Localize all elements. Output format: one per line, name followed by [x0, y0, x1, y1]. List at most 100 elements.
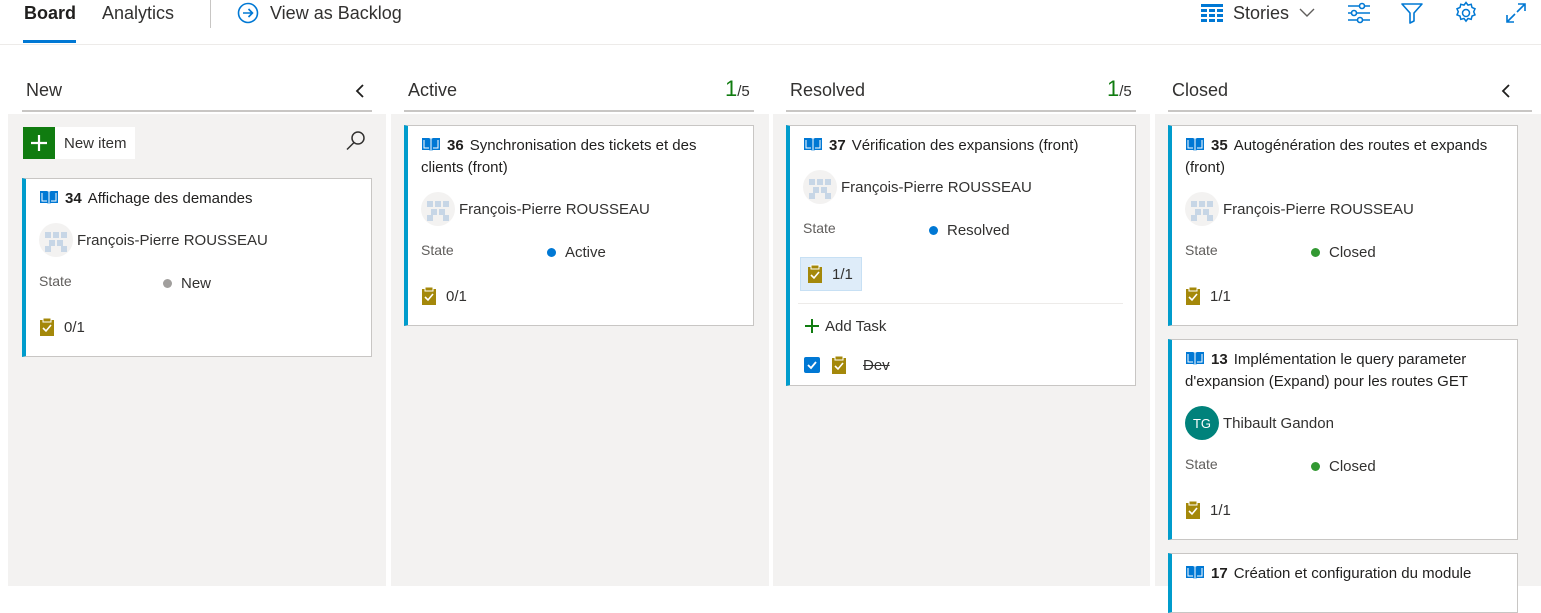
book-icon — [1186, 352, 1204, 365]
state-dot — [547, 248, 556, 257]
assignee[interactable]: François-Pierre ROUSSEAU — [1185, 192, 1414, 226]
arrow-circle-right-icon — [237, 2, 259, 24]
backlog-level-selector[interactable]: Stories — [1200, 1, 1315, 25]
task-checkbox[interactable] — [804, 357, 820, 373]
work-item-card[interactable]: 13 Implémentation le query parameter d'ex… — [1168, 339, 1518, 540]
search-icon[interactable] — [345, 130, 367, 152]
child-tasks-summary[interactable]: 0/1 — [39, 316, 85, 338]
assignee[interactable]: TG Thibault Gandon — [1185, 406, 1334, 440]
child-tasks-summary[interactable]: 0/1 — [421, 285, 467, 307]
add-task-button[interactable]: Add Task — [804, 315, 886, 337]
work-item-card[interactable]: 17 Création et configuration du module — [1168, 553, 1518, 613]
filter-icon — [1401, 3, 1423, 24]
card-title: 37 Vérification des expansions (front) — [803, 135, 1125, 157]
toolbar-divider — [210, 0, 211, 28]
chevron-left-icon[interactable] — [1498, 82, 1514, 100]
board-header: Board Analytics View as Backlog Stories — [0, 0, 1541, 45]
book-icon — [422, 138, 440, 151]
clipboard-task-icon — [422, 286, 436, 305]
view-as-backlog-link[interactable]: View as Backlog — [237, 1, 402, 25]
child-task-row[interactable]: Dev — [804, 353, 890, 377]
state-text: Closed — [1329, 458, 1376, 475]
clipboard-task-icon — [1186, 500, 1200, 519]
state-text: Closed — [1329, 244, 1376, 261]
state-dot — [1311, 462, 1320, 471]
add-task-label: Add Task — [825, 317, 887, 335]
state-value[interactable]: New — [163, 275, 211, 292]
book-icon — [1186, 138, 1204, 151]
tab-board[interactable]: Board — [24, 2, 76, 24]
state-text: Active — [565, 244, 606, 261]
tab-analytics[interactable]: Analytics — [102, 2, 174, 24]
task-title[interactable]: Dev — [863, 357, 890, 374]
card-title: 35 Autogénération des routes et expands (… — [1185, 135, 1507, 179]
chevron-down-icon — [1299, 8, 1315, 17]
chevron-left-icon[interactable] — [352, 82, 368, 100]
assignee[interactable]: François-Pierre ROUSSEAU — [421, 192, 650, 226]
card-title: 34 Affichage des demandes — [39, 188, 361, 210]
grid-icon — [1201, 4, 1223, 22]
assignee[interactable]: François-Pierre ROUSSEAU — [39, 223, 268, 257]
work-item-id: 17 — [1211, 565, 1228, 582]
child-tasks-summary[interactable]: 1/1 — [1185, 285, 1231, 307]
state-value[interactable]: Closed — [1311, 244, 1376, 261]
card-title: 13 Implémentation le query parameter d'ex… — [1185, 349, 1507, 393]
child-tasks-summary[interactable]: 1/1 — [800, 257, 862, 291]
tasks-progress: 1/1 — [832, 265, 853, 283]
wip-limit: /5 — [737, 83, 750, 100]
state-value[interactable]: Active — [547, 244, 606, 261]
tasks-progress: 0/1 — [64, 318, 85, 336]
clipboard-task-icon — [40, 317, 54, 336]
work-item-id: 37 — [829, 137, 846, 154]
card-title: 36 Synchronisation des tickets et des cli… — [421, 135, 743, 179]
card-divider — [798, 303, 1123, 304]
work-item-title[interactable]: Création et configuration du module — [1234, 565, 1472, 582]
assignee-name: François-Pierre ROUSSEAU — [841, 178, 1032, 196]
work-item-title[interactable]: Affichage des demandes — [88, 190, 253, 207]
fullscreen-button[interactable] — [1503, 1, 1529, 25]
assignee-name: François-Pierre ROUSSEAU — [459, 200, 650, 218]
child-tasks-summary[interactable]: 1/1 — [1185, 499, 1231, 521]
tab-board-underline — [23, 40, 76, 43]
state-text: Resolved — [947, 222, 1010, 239]
book-icon — [804, 138, 822, 151]
state-label: State — [1185, 456, 1218, 472]
column-title: Resolved — [790, 80, 866, 100]
state-value[interactable]: Closed — [1311, 458, 1376, 475]
work-item-card[interactable]: 37 Vérification des expansions (front) Fr… — [786, 125, 1136, 386]
state-label: State — [421, 242, 454, 258]
wip-limit: /5 — [1119, 83, 1132, 100]
settings-sliders-button[interactable] — [1346, 1, 1372, 25]
plus-icon — [23, 127, 55, 159]
filter-button[interactable] — [1399, 1, 1425, 25]
work-item-card[interactable]: 36 Synchronisation des tickets et des cli… — [404, 125, 754, 326]
state-dot — [163, 279, 172, 288]
checkmark-icon — [807, 361, 817, 370]
expand-icon — [1506, 3, 1526, 23]
avatar — [421, 192, 455, 226]
state-dot — [929, 226, 938, 235]
work-item-card[interactable]: 35 Autogénération des routes et expands (… — [1168, 125, 1518, 326]
column-header-closed: Closed — [1168, 78, 1532, 112]
state-label: State — [1185, 242, 1218, 258]
assignee-name: François-Pierre ROUSSEAU — [1223, 200, 1414, 218]
book-icon — [1186, 566, 1204, 579]
card-title: 17 Création et configuration du module — [1185, 563, 1507, 585]
assignee[interactable]: François-Pierre ROUSSEAU — [803, 170, 1032, 204]
tasks-progress: 0/1 — [446, 287, 467, 305]
work-item-id: 35 — [1211, 137, 1228, 154]
work-item-card[interactable]: 34 Affichage des demandes François-Pierre… — [22, 178, 372, 357]
work-item-title[interactable]: Vérification des expansions (front) — [852, 137, 1079, 154]
work-item-id: 36 — [447, 137, 464, 154]
state-value[interactable]: Resolved — [929, 222, 1010, 239]
new-item-button[interactable]: New item — [23, 127, 135, 159]
backlog-level-label: Stories — [1233, 2, 1290, 23]
state-label: State — [39, 273, 72, 289]
work-item-title[interactable]: Autogénération des routes et expands (fr… — [1185, 137, 1487, 176]
gear-icon — [1456, 1, 1476, 23]
clipboard-task-icon — [1186, 286, 1200, 305]
assignee-name: Thibault Gandon — [1223, 414, 1334, 432]
board-settings-button[interactable] — [1453, 1, 1479, 25]
state-dot — [1311, 248, 1320, 257]
clipboard-task-icon — [808, 264, 822, 283]
